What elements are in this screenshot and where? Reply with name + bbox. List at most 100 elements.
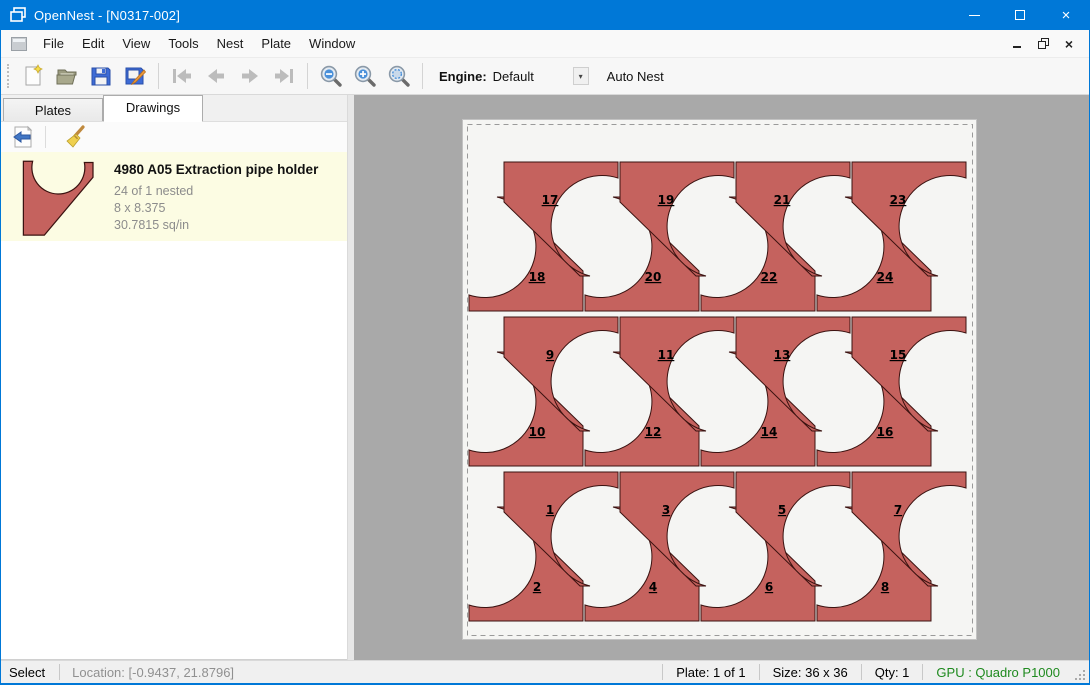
plate[interactable]: 182022241719212310121416911131524681357 <box>462 119 977 640</box>
previous-plate-button[interactable] <box>201 61 231 91</box>
part-label: 11 <box>658 348 675 362</box>
toolbar: Engine: Default ▾ Auto Nest <box>1 58 1089 95</box>
status-location: Location: [-0.9437, 21.8796] <box>60 665 246 680</box>
drawings-toolbar <box>1 122 347 152</box>
part-label: 10 <box>529 425 546 439</box>
zoom-extents-button[interactable] <box>384 61 414 91</box>
part-label: 21 <box>774 193 791 207</box>
panel-splitter[interactable] <box>347 95 354 660</box>
zoom-in-button[interactable] <box>350 61 380 91</box>
nest-canvas[interactable]: 182022241719212310121416911131524681357 <box>354 95 1089 660</box>
status-qty: Qty: 1 <box>862 665 923 680</box>
app-icon <box>10 7 26 23</box>
part-label: 18 <box>529 270 546 284</box>
tab-plates[interactable]: Plates <box>3 98 103 121</box>
status-mode: Select <box>1 665 59 680</box>
save-button[interactable] <box>86 61 116 91</box>
save-report-button[interactable] <box>120 61 150 91</box>
minimize-button[interactable] <box>951 0 997 30</box>
new-file-button[interactable] <box>18 61 48 91</box>
toolbar-separator <box>422 63 423 89</box>
next-arrow-icon <box>238 64 262 88</box>
plate-svg: 182022241719212310121416911131524681357 <box>463 120 978 641</box>
part-label: 15 <box>890 348 907 362</box>
engine-label: Engine: <box>439 69 487 84</box>
zoom-out-button[interactable] <box>316 61 346 91</box>
part-label: 16 <box>877 425 894 439</box>
drawing-nested-count: 24 of 1 nested <box>114 183 318 200</box>
engine-combobox[interactable]: Default <box>493 69 565 84</box>
left-panel: Plates Drawings <box>1 95 347 660</box>
tabstrip: Plates Drawings <box>1 95 347 122</box>
drawing-area: 30.7815 sq/in <box>114 217 318 234</box>
mdi-restore-button[interactable] <box>1035 36 1051 52</box>
return-drawing-button[interactable] <box>9 124 37 150</box>
last-plate-button[interactable] <box>269 61 299 91</box>
save-edit-icon <box>123 64 147 88</box>
drawing-list-item[interactable]: 4980 A05 Extraction pipe holder 24 of 1 … <box>1 152 347 241</box>
zoom-in-icon <box>353 64 377 88</box>
statusbar: Select Location: [-0.9437, 21.8796] Plat… <box>1 660 1089 683</box>
close-button[interactable]: × <box>1043 0 1089 30</box>
titlebar: OpenNest - [N0317-002] × <box>1 0 1089 30</box>
part-label: 7 <box>894 503 902 517</box>
opennest-window: OpenNest - [N0317-002] × File Edit View … <box>0 0 1090 685</box>
menu-tools[interactable]: Tools <box>159 31 207 56</box>
tab-drawings[interactable]: Drawings <box>103 95 203 122</box>
part-label: 3 <box>662 503 670 517</box>
part-label: 9 <box>546 348 554 362</box>
clear-drawings-button[interactable] <box>62 124 90 150</box>
auto-nest-button[interactable]: Auto Nest <box>601 65 670 88</box>
part-label: 17 <box>542 193 559 207</box>
open-folder-icon <box>55 64 79 88</box>
part-label: 22 <box>761 270 778 284</box>
menu-edit[interactable]: Edit <box>73 31 113 56</box>
previous-arrow-icon <box>204 64 228 88</box>
part-label: 6 <box>765 580 773 594</box>
part-thumbnail <box>21 160 96 237</box>
first-plate-button[interactable] <box>167 61 197 91</box>
drawing-title: 4980 A05 Extraction pipe holder <box>114 162 318 177</box>
mdi-close-button[interactable]: × <box>1061 36 1077 52</box>
menu-view[interactable]: View <box>113 31 159 56</box>
new-file-icon <box>21 64 45 88</box>
close-icon: × <box>1062 8 1071 23</box>
toolbar-separator <box>45 126 46 148</box>
mdi-restore-icon <box>1038 38 1049 49</box>
system-menu-icon[interactable] <box>11 37 27 51</box>
save-icon <box>89 64 113 88</box>
part-label: 1 <box>546 503 554 517</box>
toolbar-grip[interactable] <box>7 64 10 88</box>
status-plate: Plate: 1 of 1 <box>663 665 758 680</box>
minimize-icon <box>969 15 980 16</box>
menubar: File Edit View Tools Nest Plate Window × <box>1 30 1089 58</box>
resize-grip[interactable] <box>1073 668 1087 682</box>
maximize-button[interactable] <box>997 0 1043 30</box>
toolbar-separator <box>307 63 308 89</box>
engine-dropdown-button[interactable]: ▾ <box>573 67 589 85</box>
part-label: 13 <box>774 348 791 362</box>
window-title: OpenNest - [N0317-002] <box>34 8 180 23</box>
part-label: 23 <box>890 193 907 207</box>
mdi-close-icon: × <box>1065 37 1073 51</box>
last-arrow-icon <box>272 64 296 88</box>
part-label: 12 <box>645 425 662 439</box>
broom-icon <box>64 125 88 149</box>
menu-window[interactable]: Window <box>300 31 364 56</box>
part-label: 20 <box>645 270 662 284</box>
mdi-minimize-button[interactable] <box>1009 36 1025 52</box>
status-size: Size: 36 x 36 <box>760 665 861 680</box>
part-thumbnail-shape <box>23 161 93 235</box>
part-label: 2 <box>533 580 541 594</box>
part-label: 24 <box>877 270 894 284</box>
menu-nest[interactable]: Nest <box>208 31 253 56</box>
open-file-button[interactable] <box>52 61 82 91</box>
menu-file[interactable]: File <box>34 31 73 56</box>
next-plate-button[interactable] <box>235 61 265 91</box>
main-content: Plates Drawings <box>1 95 1089 660</box>
chevron-down-icon: ▾ <box>579 72 583 81</box>
part-label: 4 <box>649 580 657 594</box>
toolbar-separator <box>158 63 159 89</box>
status-gpu: GPU : Quadro P1000 <box>923 665 1073 680</box>
menu-plate[interactable]: Plate <box>252 31 300 56</box>
